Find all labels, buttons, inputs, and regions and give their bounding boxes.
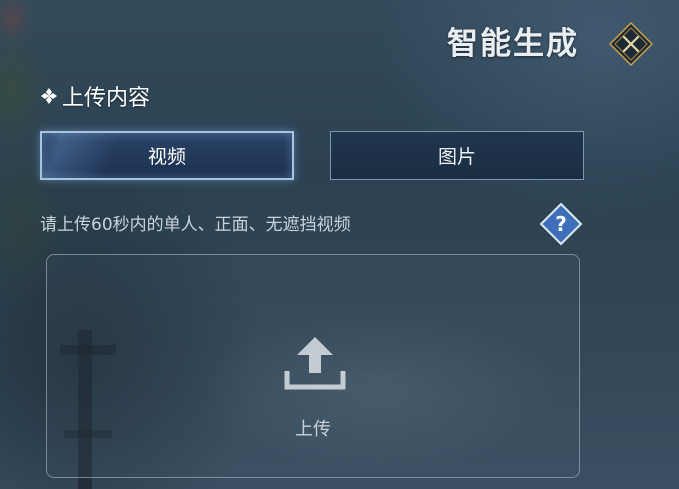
- upload-icon: [284, 337, 346, 390]
- upload-hint: 请上传60秒内的单人、正面、无遮挡视频: [40, 215, 351, 235]
- tab-image[interactable]: 图片: [330, 131, 584, 180]
- upload-dropzone[interactable]: 上传: [46, 254, 580, 478]
- upload-label: 上传: [295, 419, 331, 440]
- diamond-bullet-icon: [41, 88, 57, 104]
- help-button[interactable]: ?: [538, 201, 584, 247]
- tab-video-label: 视频: [147, 146, 186, 168]
- question-diamond-icon: ?: [539, 202, 583, 246]
- tab-video[interactable]: 视频: [40, 131, 294, 180]
- section-heading: 上传内容: [40, 80, 150, 112]
- tab-image-label: 图片: [437, 146, 476, 168]
- section-heading-label: 上传内容: [62, 86, 151, 111]
- page-title: 智能生成: [447, 26, 579, 62]
- svg-text:?: ?: [555, 212, 567, 236]
- close-diamond-icon: [609, 22, 653, 66]
- close-button[interactable]: [609, 22, 653, 66]
